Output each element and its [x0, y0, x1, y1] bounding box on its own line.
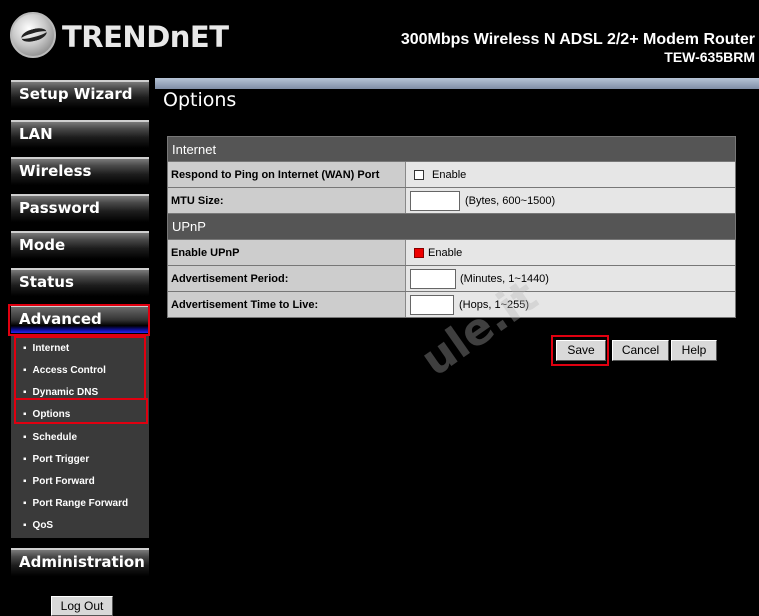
product-model: TEW-635BRM	[664, 49, 755, 65]
content-top-bar	[155, 78, 759, 89]
submenu-top-highlight-box	[14, 336, 146, 400]
mtu-label: MTU Size:	[168, 188, 406, 213]
mtu-input[interactable]	[410, 190, 460, 211]
submenu-schedule[interactable]: ▪ Schedule	[23, 432, 77, 443]
nav-lan[interactable]: LAN	[11, 120, 149, 148]
logout-button[interactable]: Log Out	[51, 596, 113, 616]
sidebar: Setup Wizard LAN Wireless Password Mode …	[0, 72, 155, 616]
adv-ttl-input[interactable]	[410, 294, 454, 315]
row-adv-ttl: Advertisement Time to Live: (Hops, 1~255…	[167, 292, 736, 318]
header: TRENDnET 300Mbps Wireless N ADSL 2/2+ Mo…	[0, 0, 759, 72]
nav-setup-wizard[interactable]: Setup Wizard	[11, 80, 149, 108]
options-highlight-box	[14, 398, 148, 424]
submenu-port-forward[interactable]: ▪ Port Forward	[23, 476, 95, 487]
nav-wireless[interactable]: Wireless	[11, 157, 149, 185]
row-adv-period: Advertisement Period: (Minutes, 1~1440)	[167, 266, 736, 292]
section-upnp: UPnP	[167, 214, 736, 240]
ping-enable-checkbox[interactable]	[414, 169, 424, 180]
adv-period-hint: (Minutes, 1~1440)	[460, 272, 549, 285]
row-mtu: MTU Size: (Bytes, 600~1500)	[167, 188, 736, 214]
product-title: 300Mbps Wireless N ADSL 2/2+ Modem Route…	[400, 31, 755, 48]
nav-mode[interactable]: Mode	[11, 231, 149, 259]
mtu-hint: (Bytes, 600~1500)	[465, 194, 556, 207]
row-ping: Respond to Ping on Internet (WAN) Port E…	[167, 162, 736, 188]
ping-label: Respond to Ping on Internet (WAN) Port	[168, 162, 406, 187]
options-form: Internet Respond to Ping on Internet (WA…	[167, 136, 736, 318]
page-title: Options	[163, 89, 237, 111]
upnp-enable-checkbox[interactable]	[414, 247, 424, 258]
upnp-enable-label: Enable UPnP	[168, 240, 406, 265]
brand-name: TRENDnET	[62, 20, 229, 54]
submenu-port-range-forward[interactable]: ▪ Port Range Forward	[23, 498, 128, 509]
ping-enable-label: Enable	[432, 168, 467, 181]
trendnet-logo-icon	[10, 12, 56, 58]
row-upnp-enable: Enable UPnP Enable	[167, 240, 736, 266]
section-internet: Internet	[167, 136, 736, 162]
adv-ttl-hint: (Hops, 1~255)	[459, 298, 530, 311]
nav-administration[interactable]: Administration	[11, 548, 149, 576]
upnp-enable-text: Enable	[428, 246, 463, 259]
nav-password[interactable]: Password	[11, 194, 149, 222]
cancel-button[interactable]: Cancel	[612, 340, 669, 361]
submenu-qos[interactable]: ▪ QoS	[23, 520, 53, 531]
adv-ttl-label: Advertisement Time to Live:	[168, 292, 406, 317]
submenu-port-trigger[interactable]: ▪ Port Trigger	[23, 454, 89, 465]
adv-period-label: Advertisement Period:	[168, 266, 406, 291]
help-button[interactable]: Help	[671, 340, 717, 361]
adv-period-input[interactable]	[410, 268, 456, 289]
save-highlight-box	[551, 335, 609, 366]
advanced-highlight-box	[8, 304, 150, 336]
nav-status[interactable]: Status	[11, 268, 149, 296]
content-panel: Options Internet Respond to Ping on Inte…	[155, 78, 759, 616]
